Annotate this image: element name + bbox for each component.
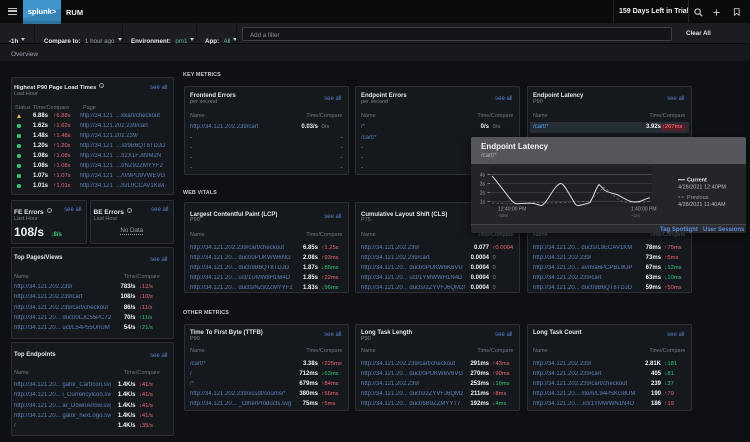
svg-text:4/28/2021 12:40PM: 4/28/2021 12:40PM (678, 184, 726, 190)
svg-text:1s: 1s (480, 199, 486, 205)
svg-text:4/28/2021 11:40AM: 4/28/2021 11:40AM (678, 202, 726, 208)
svg-text:12:40:00 PM: 12:40:00 PM (498, 207, 526, 213)
svg-text:Previous: Previous (687, 195, 709, 201)
svg-text:+1m: +1m (631, 213, 640, 218)
svg-text:3s: 3s (480, 181, 486, 187)
svg-text:4s: 4s (480, 172, 486, 178)
svg-text:2s: 2s (480, 190, 486, 196)
svg-text:Current: Current (687, 178, 707, 184)
svg-text:-59m: -59m (498, 213, 509, 218)
svg-text:1:40:00 PM: 1:40:00 PM (631, 207, 657, 213)
